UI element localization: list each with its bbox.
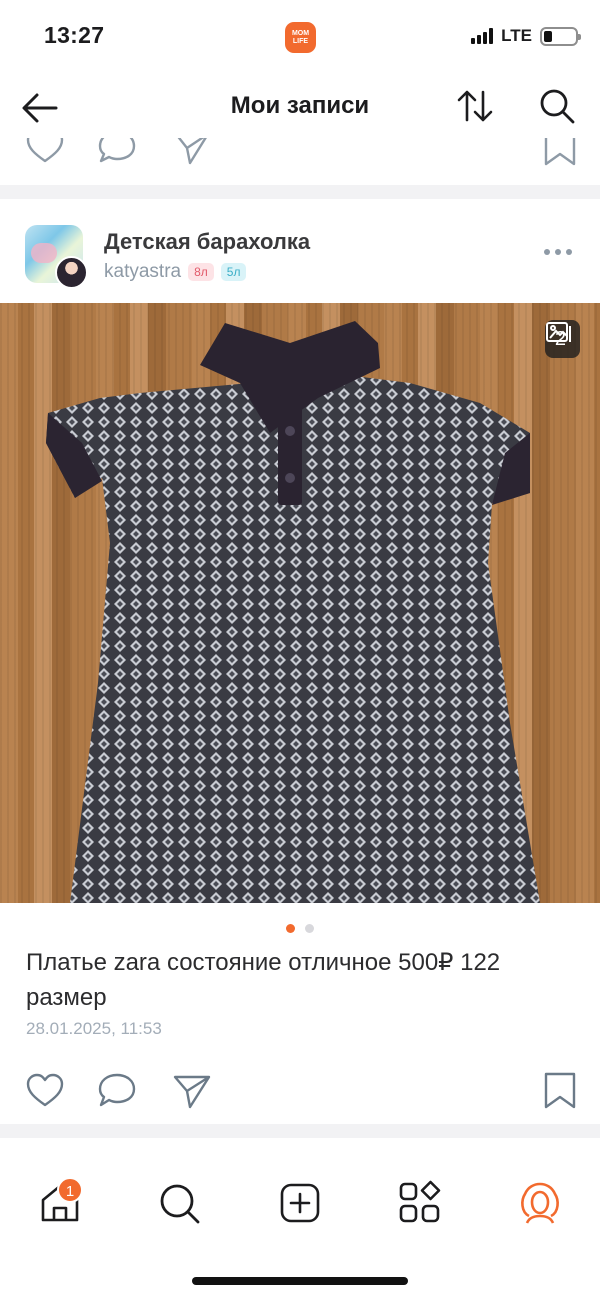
like-icon[interactable] xyxy=(25,138,65,168)
bookmark-icon[interactable] xyxy=(540,1071,580,1111)
status-bar: 13:27 MOM LIFE LTE xyxy=(0,0,600,76)
pagination-dot[interactable] xyxy=(305,924,314,933)
post-actions xyxy=(0,1068,600,1114)
gallery-icon xyxy=(545,322,571,342)
dress-image xyxy=(46,321,540,903)
profile-icon xyxy=(521,1182,559,1224)
status-time: 13:27 xyxy=(44,22,105,48)
photo-count-badge: 2 xyxy=(544,320,580,358)
previous-post-actions xyxy=(0,138,600,184)
photo-pagination-dots xyxy=(0,924,600,933)
post-text: Платье zara состояние отличное 500₽ 122 … xyxy=(26,949,501,1011)
signal-icon xyxy=(471,28,494,44)
post-separator xyxy=(0,1124,600,1138)
comment-icon[interactable] xyxy=(97,1071,137,1111)
status-indicators: LTE xyxy=(471,26,581,46)
app-logo-icon: MOM LIFE xyxy=(285,22,316,53)
post-separator xyxy=(0,185,600,199)
pagination-dot[interactable] xyxy=(286,924,295,933)
page-title: Мои записи xyxy=(230,92,370,119)
user-avatar[interactable] xyxy=(55,256,88,289)
search-icon[interactable] xyxy=(537,86,577,126)
child-age-badge: 8л xyxy=(188,263,214,281)
share-icon[interactable] xyxy=(172,138,212,168)
tab-create[interactable] xyxy=(275,1178,325,1228)
bookmark-icon[interactable] xyxy=(540,138,580,168)
sort-icon[interactable] xyxy=(455,86,495,126)
battery-icon xyxy=(540,26,581,46)
tab-search[interactable] xyxy=(154,1178,204,1228)
home-indicator[interactable] xyxy=(192,1277,408,1285)
group-name[interactable]: Детская барахолка xyxy=(104,229,310,255)
services-icon xyxy=(399,1180,441,1223)
network-label: LTE xyxy=(501,26,532,45)
post-date: 28.01.2025, 11:53 xyxy=(26,1019,162,1038)
search-icon xyxy=(160,1184,200,1224)
tab-services[interactable] xyxy=(395,1178,445,1228)
child-age-badge: 5л xyxy=(220,263,247,281)
more-options-icon[interactable] xyxy=(544,249,572,255)
author-username[interactable]: katyastra xyxy=(104,261,181,283)
comment-icon[interactable] xyxy=(97,138,137,168)
share-icon[interactable] xyxy=(172,1071,212,1111)
notification-badge: 1 xyxy=(57,1177,83,1203)
top-nav-bar: Мои записи xyxy=(0,76,600,138)
create-icon xyxy=(280,1183,320,1223)
post-header: Детская барахолка katyastra 8л 5л xyxy=(0,199,600,303)
bottom-tab-bar xyxy=(0,1138,600,1298)
tab-profile[interactable] xyxy=(515,1178,565,1228)
like-icon[interactable] xyxy=(25,1071,65,1111)
post-photo[interactable]: 2 xyxy=(0,303,600,903)
author-line: katyastra 8л 5л xyxy=(104,261,247,283)
